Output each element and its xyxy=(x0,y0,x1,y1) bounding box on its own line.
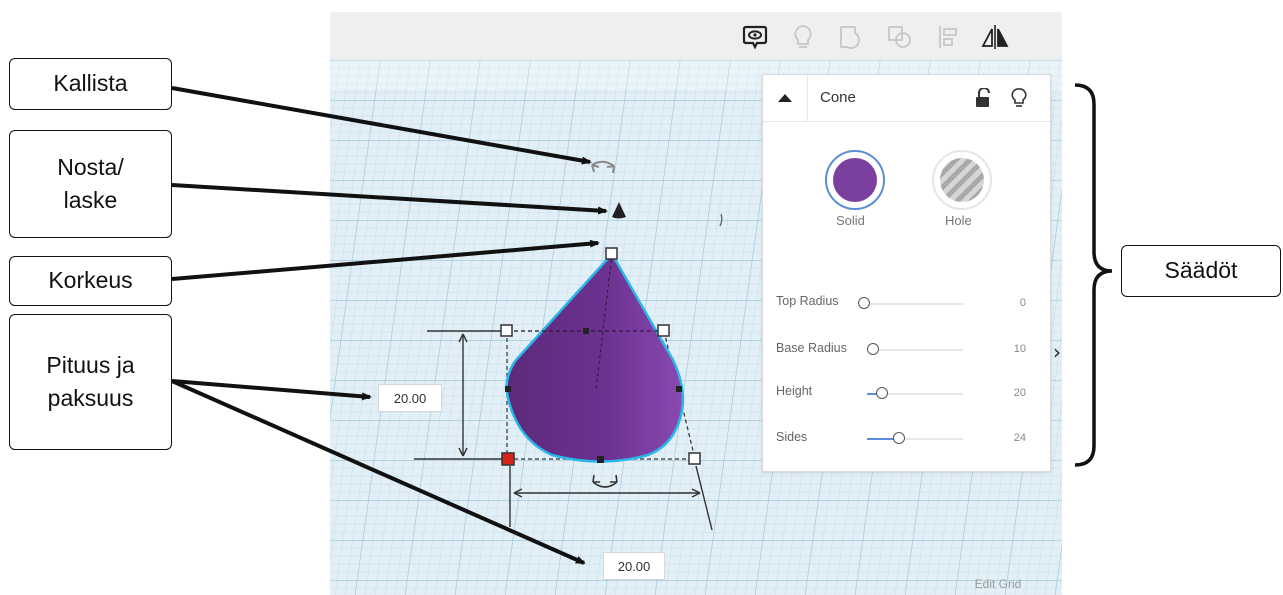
lift-cone-icon[interactable] xyxy=(612,202,626,219)
solid-label: Solid xyxy=(836,213,865,228)
sides-value[interactable]: 24 xyxy=(1014,432,1026,444)
height-handle[interactable] xyxy=(605,247,618,260)
scene-svg xyxy=(414,160,723,531)
length-dimension-box[interactable]: 20.00 xyxy=(603,552,665,580)
tilt-rotate-icon[interactable] xyxy=(591,160,615,174)
resize-handle-front-left[interactable] xyxy=(501,452,515,466)
callout-nosta-laske: Nosta/ laske xyxy=(9,130,172,238)
solid-swatch xyxy=(833,158,877,202)
edit-grid-button[interactable]: Edit Grid xyxy=(953,574,1043,594)
solid-color-button[interactable] xyxy=(825,150,885,210)
shape-properties-panel: Cone Solid Hole Top Radius 0 Base Radius… xyxy=(762,74,1051,472)
length-dimension-value: 20.00 xyxy=(617,558,651,574)
caret-up-icon xyxy=(778,94,792,102)
height-value[interactable]: 20 xyxy=(1014,387,1026,399)
base-radius-slider-knob[interactable] xyxy=(867,343,879,355)
callout-korkeus: Korkeus xyxy=(9,256,172,306)
unlock-icon[interactable] xyxy=(972,87,994,109)
base-radius-label: Base Radius xyxy=(776,341,847,355)
sides-slider-fill xyxy=(867,438,895,440)
sides-label: Sides xyxy=(776,430,808,444)
panel-expand-chevron[interactable]: › xyxy=(1053,340,1061,364)
height-slider-knob[interactable] xyxy=(876,387,888,399)
top-radius-slider[interactable] xyxy=(859,303,963,305)
top-radius-value[interactable]: 0 xyxy=(1020,297,1026,309)
edge-handle-back[interactable] xyxy=(583,328,589,334)
sides-slider-knob[interactable] xyxy=(893,432,905,444)
top-radius-slider-knob[interactable] xyxy=(858,297,870,309)
base-radius-value[interactable]: 10 xyxy=(1014,343,1026,355)
callout-kallista: Kallista xyxy=(9,58,172,110)
width-dimension-value: 20.00 xyxy=(393,390,427,406)
resize-handle-back-right[interactable] xyxy=(657,324,670,337)
top-radius-label: Top Radius xyxy=(776,294,839,308)
resize-handle-back-left[interactable] xyxy=(500,324,513,337)
panel-header: Cone xyxy=(763,75,1050,122)
hole-swatch xyxy=(940,158,984,202)
hole-label: Hole xyxy=(945,213,972,228)
resize-handle-front-right[interactable] xyxy=(688,452,701,465)
collapse-panel-button[interactable] xyxy=(763,75,808,121)
edge-handle-right[interactable] xyxy=(676,386,682,392)
edge-handle-front[interactable] xyxy=(597,456,604,463)
callout-pituus-ja-paksuus: Pituus ja paksuus xyxy=(9,314,172,450)
callout-saadot: Säädöt xyxy=(1121,245,1281,297)
height-label: Height xyxy=(776,384,813,398)
width-dimension-box[interactable]: 20.00 xyxy=(378,384,442,412)
side-rotate-icon[interactable] xyxy=(719,213,723,227)
lightbulb-icon[interactable] xyxy=(1008,87,1030,109)
cone-shape[interactable] xyxy=(505,251,685,463)
bottom-rotate-icon[interactable] xyxy=(592,474,618,488)
hole-button[interactable] xyxy=(932,150,992,210)
base-radius-slider[interactable] xyxy=(867,349,963,351)
shape-name: Cone xyxy=(820,89,856,106)
edge-handle-left[interactable] xyxy=(505,386,511,392)
